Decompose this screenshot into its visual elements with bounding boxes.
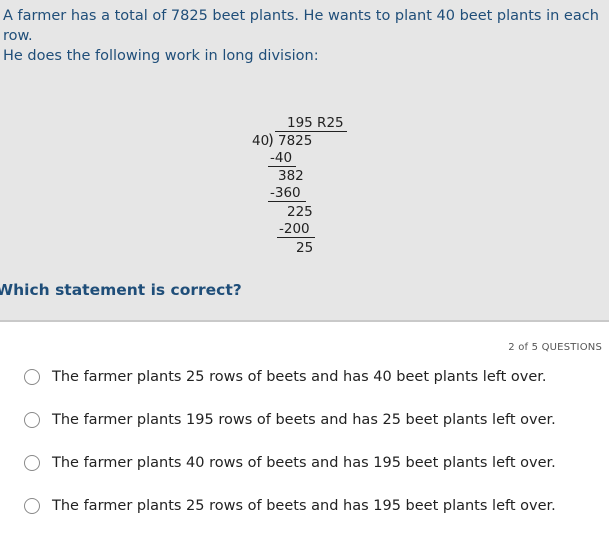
- dividend: 7825: [278, 133, 313, 149]
- final-remainder: 25: [296, 240, 314, 256]
- step2-rule: [268, 201, 306, 202]
- answer-option-label: The farmer plants 40 rows of beets and h…: [52, 455, 556, 471]
- division-bracket: ): [268, 131, 274, 149]
- radio-button-icon[interactable]: [24, 412, 40, 428]
- answer-option-label: The farmer plants 195 rows of beets and …: [52, 412, 556, 428]
- long-division-work: 195 R25 40 ) 7825 -40 382 -360 225 -200 …: [0, 0, 609, 322]
- step3-rule: [277, 237, 315, 238]
- step3-subtract: -200: [279, 221, 310, 237]
- answer-option-3[interactable]: The farmer plants 40 rows of beets and h…: [24, 451, 556, 475]
- answer-option-1[interactable]: The farmer plants 25 rows of beets and h…: [24, 365, 547, 389]
- answer-option-label: The farmer plants 25 rows of beets and h…: [52, 498, 556, 514]
- radio-button-icon[interactable]: [24, 455, 40, 471]
- step1-remainder: 382: [278, 168, 304, 184]
- division-bar: [275, 131, 347, 132]
- step2-remainder: 225: [287, 204, 313, 220]
- step2-subtract: -360: [270, 185, 301, 201]
- divisor: 40: [252, 133, 270, 149]
- answer-option-2[interactable]: The farmer plants 195 rows of beets and …: [24, 408, 556, 432]
- step1-subtract: -40: [270, 150, 293, 166]
- question-counter: 2 of 5 QUESTIONS: [508, 342, 602, 353]
- radio-button-icon[interactable]: [24, 498, 40, 514]
- answer-option-label: The farmer plants 25 rows of beets and h…: [52, 369, 547, 385]
- quotient: 195 R25: [287, 115, 344, 131]
- step1-rule: [268, 166, 296, 167]
- question-panel: A farmer has a total of 7825 beet plants…: [0, 0, 609, 322]
- question-stem: Which statement is correct?: [0, 281, 242, 299]
- answer-option-4[interactable]: The farmer plants 25 rows of beets and h…: [24, 494, 556, 518]
- radio-button-icon[interactable]: [24, 369, 40, 385]
